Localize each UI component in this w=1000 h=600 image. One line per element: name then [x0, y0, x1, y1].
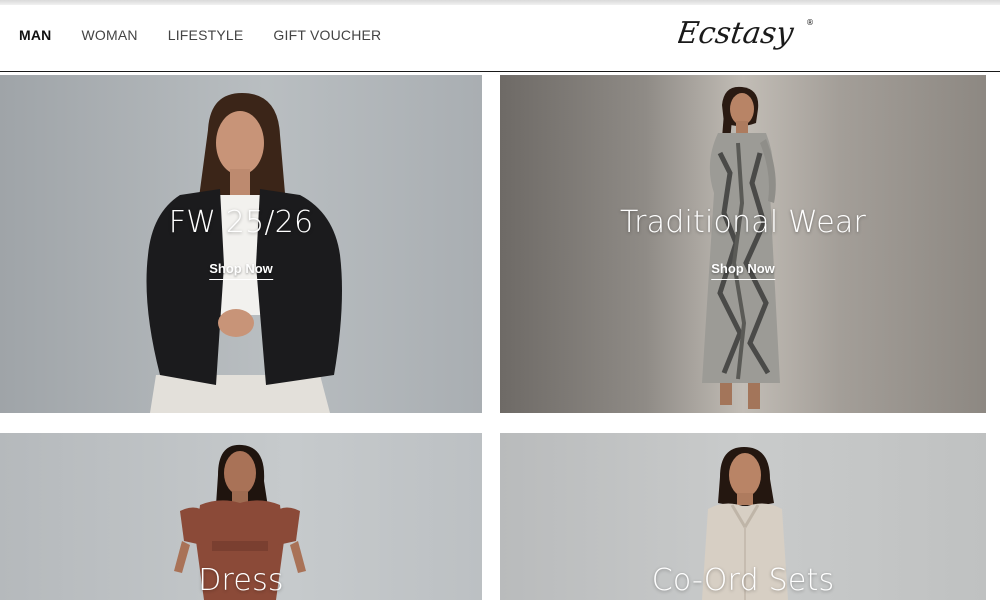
- tile-caption: FW 25/26: [168, 205, 314, 240]
- tile-dress[interactable]: Dress: [0, 433, 482, 600]
- nav-item-man[interactable]: MAN: [19, 27, 51, 43]
- logo-wordmark: Ecstasy ®: [673, 16, 814, 51]
- tile-caption: Co-Ord Sets: [651, 563, 835, 598]
- tile-traditional-wear[interactable]: Traditional Wear Shop Now: [500, 75, 986, 413]
- nav-item-woman[interactable]: WOMAN: [81, 27, 137, 43]
- collection-grid: FW 25/26 Shop Now Traditional Wear Shop …: [0, 75, 1000, 600]
- main-nav: MAN WOMAN LIFESTYLE GIFT VOUCHER: [19, 27, 411, 43]
- tile-caption: Dress: [198, 563, 284, 598]
- model-photo: [146, 93, 342, 413]
- shop-now-link[interactable]: Shop Now: [711, 261, 775, 280]
- registered-mark: ®: [806, 18, 814, 27]
- tile-caption: Traditional Wear: [619, 205, 866, 240]
- tile-co-ord-sets[interactable]: Co-Ord Sets: [500, 433, 986, 600]
- logo-text: Ecstasy: [678, 16, 797, 51]
- tile-fw-25-26[interactable]: FW 25/26 Shop Now: [0, 75, 482, 413]
- site-header: MAN WOMAN LIFESTYLE GIFT VOUCHER Ecstasy…: [0, 5, 1000, 72]
- nav-item-gift-voucher[interactable]: GIFT VOUCHER: [273, 27, 381, 43]
- shop-now-link[interactable]: Shop Now: [209, 261, 273, 280]
- brand-logo[interactable]: Ecstasy ®: [673, 11, 818, 63]
- nav-item-lifestyle[interactable]: LIFESTYLE: [168, 27, 244, 43]
- model-photo: [702, 86, 780, 409]
